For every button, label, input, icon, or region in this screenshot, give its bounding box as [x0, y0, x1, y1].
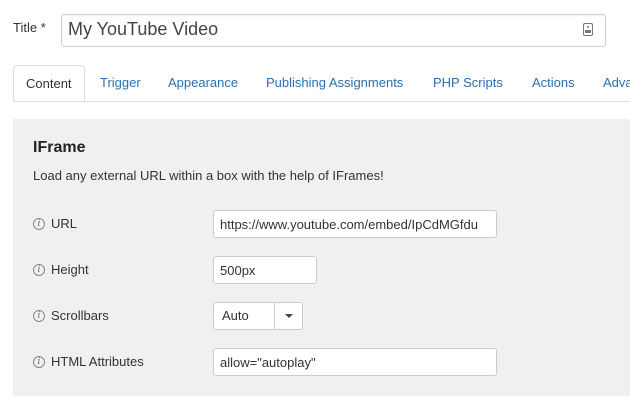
url-label: URL: [51, 216, 78, 231]
html-attributes-label-group: i HTML Attributes: [33, 354, 144, 369]
tab-appearance[interactable]: Appearance: [156, 65, 250, 100]
field-icon[interactable]: [583, 23, 593, 36]
scrollbars-label: Scrollbars: [51, 308, 109, 323]
info-icon[interactable]: i: [33, 263, 45, 276]
title-field[interactable]: [61, 14, 606, 47]
tab-publishing-assignments[interactable]: Publishing Assignments: [254, 65, 415, 100]
url-input[interactable]: [214, 211, 496, 237]
scrollbars-select[interactable]: Auto: [213, 302, 303, 330]
tab-advanced[interactable]: Adva: [591, 65, 630, 100]
panel-heading: IFrame: [33, 139, 86, 156]
iframe-panel: IFrame Load any external URL within a bo…: [13, 119, 630, 396]
height-label: Height: [51, 262, 89, 277]
panel-description: Load any external URL within a box with …: [33, 168, 384, 183]
url-label-group: i URL: [33, 216, 77, 231]
tab-actions[interactable]: Actions: [520, 65, 587, 100]
chevron-down-icon[interactable]: [273, 303, 302, 329]
html-attributes-input[interactable]: [214, 349, 496, 375]
title-row: Title *: [13, 14, 606, 47]
title-label: Title *: [13, 20, 46, 35]
tab-php-scripts[interactable]: PHP Scripts: [421, 65, 515, 100]
title-input[interactable]: [62, 15, 568, 44]
html-attributes-field[interactable]: [213, 348, 497, 376]
scrollbars-label-group: i Scrollbars: [33, 308, 109, 323]
html-attributes-label: HTML Attributes: [51, 354, 144, 369]
url-field[interactable]: [213, 210, 497, 238]
height-label-group: i Height: [33, 262, 89, 277]
info-icon[interactable]: i: [33, 355, 45, 368]
tab-trigger[interactable]: Trigger: [88, 65, 153, 100]
tab-bar: Content Trigger Appearance Publishing As…: [13, 65, 630, 102]
height-field[interactable]: [213, 256, 317, 284]
info-icon[interactable]: i: [33, 309, 45, 322]
height-input[interactable]: [214, 257, 316, 283]
tab-content[interactable]: Content: [13, 65, 85, 101]
info-icon[interactable]: i: [33, 217, 45, 230]
scrollbars-value[interactable]: Auto: [214, 303, 274, 329]
